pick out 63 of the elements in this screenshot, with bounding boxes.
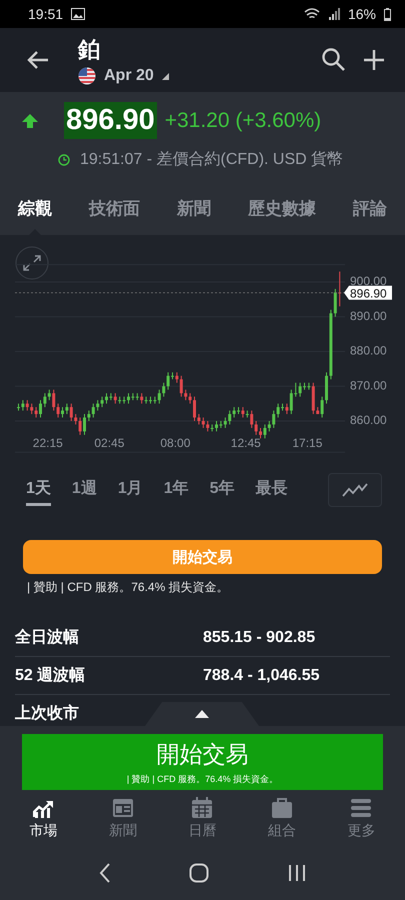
time-range-tab[interactable]: 5年 (210, 474, 235, 506)
dropdown-corner-icon (162, 72, 169, 80)
plus-icon (363, 49, 385, 71)
x-axis-label: 08:00 (160, 436, 190, 450)
y-axis-label: 860.00 (350, 413, 387, 427)
briefcase-icon (270, 796, 293, 818)
clock-icon (58, 154, 70, 166)
time-range-tab[interactable]: 1天 (26, 474, 51, 506)
line-chart-icon (342, 483, 368, 497)
stat-value: 788.4 - 1,046.55 (203, 666, 320, 684)
tab[interactable]: 評論 (353, 180, 387, 235)
tab[interactable]: 新聞 (177, 180, 211, 235)
flag-icon (78, 67, 96, 85)
tab[interactable]: 綜觀 (18, 180, 52, 235)
price-tag: 896.90 (344, 286, 392, 300)
up-triangle-icon (195, 710, 209, 718)
ref-line-label: 896.90 (350, 286, 388, 300)
recents-nav-icon[interactable] (288, 864, 306, 882)
back-nav-icon[interactable] (99, 863, 112, 883)
last-price: 896.90 (64, 102, 157, 139)
tab[interactable]: 技術面 (89, 180, 140, 235)
image-icon (71, 8, 86, 20)
menu-icon (350, 796, 372, 818)
stat-label: 上次收市 (15, 703, 80, 724)
contract-month[interactable]: Apr 20 (104, 67, 154, 85)
x-axis-label: 17:15 (292, 436, 322, 450)
time-range-tab[interactable]: 1週 (72, 474, 97, 506)
x-axis-label: 12:45 (230, 436, 261, 450)
y-axis-label: 880.00 (350, 344, 387, 358)
nav-tab-label[interactable]: 日曆 (188, 822, 216, 840)
search-icon (321, 47, 347, 73)
newspaper-icon (112, 796, 134, 818)
quote-info: 19:51:07 - 差價合約(CFD). USD 貨幣 (80, 150, 344, 170)
signal-icon (328, 8, 340, 20)
nav-tab-label[interactable]: 市場 (30, 822, 58, 840)
calendar-icon (191, 796, 214, 818)
stat-label: 全日波幅 (15, 628, 80, 648)
tab[interactable]: 歷史數據 (248, 180, 316, 235)
chart-type-button[interactable] (328, 473, 382, 507)
x-axis-label: 02:45 (94, 436, 124, 450)
instrument-title: 鉑 (78, 36, 101, 64)
y-axis-label: 890.00 (350, 308, 387, 323)
stat-value: 855.15 - 902.85 (203, 628, 316, 646)
nav-tab-label[interactable]: 更多 (347, 822, 376, 840)
expand-button[interactable] (16, 246, 48, 280)
home-nav-icon[interactable] (189, 863, 210, 883)
y-axis-label: 870.00 (350, 378, 387, 392)
battery-icon (384, 8, 391, 20)
clock-time: 19:51 (28, 6, 64, 22)
time-range-tab[interactable]: 1月 (118, 474, 143, 506)
y-axis-label: 900.00 (350, 274, 387, 288)
wifi-icon (304, 8, 320, 20)
time-range-tab[interactable]: 1年 (164, 474, 189, 506)
time-range-tab[interactable]: 最長 (256, 474, 288, 506)
battery-level: 16% (348, 6, 376, 22)
start-trading-button[interactable]: 開始交易 (23, 540, 382, 574)
sponsor-disclaimer: | 贊助 | CFD 服務。76.4% 損失資金。 (27, 579, 230, 596)
price-change: +31.20 (+3.60%) (164, 108, 322, 132)
stat-label: 52 週波幅 (15, 666, 86, 686)
start-trading-button[interactable]: 開始交易 | 贊助 | CFD 服務。76.4% 損失資金。 (22, 734, 383, 790)
nav-tab-label[interactable]: 新聞 (109, 822, 138, 840)
x-axis-label: 22:15 (32, 436, 63, 450)
nav-tab-label[interactable]: 組合 (268, 822, 296, 840)
